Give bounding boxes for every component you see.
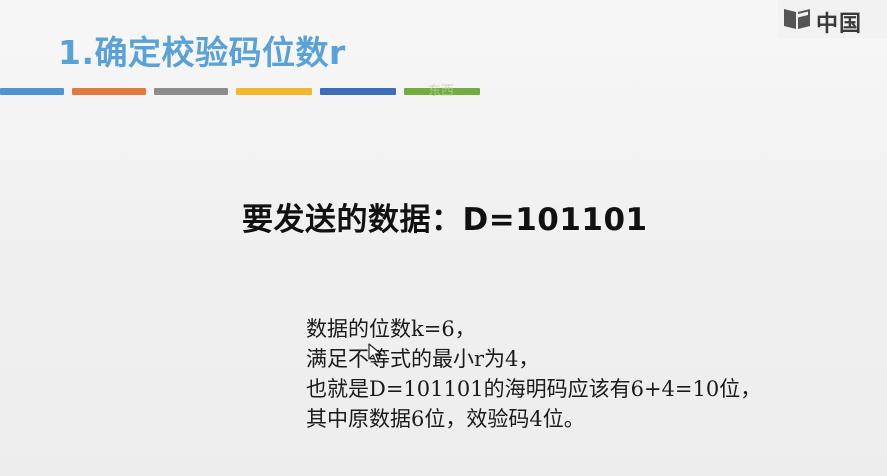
explanation-line-3: 也就是D=101101的海明码应该有6+4=10位，	[306, 377, 762, 401]
logo-text: 中国	[816, 12, 863, 37]
explanation-line-4: 其中原数据6位，效验码4位。	[306, 407, 585, 431]
slide-title: 1.确定校验码位数r	[58, 33, 346, 72]
color-bar-3	[154, 88, 228, 95]
book-logo-icon	[784, 9, 810, 29]
data-headline: 要发送的数据：D=101101	[242, 202, 648, 238]
color-bar-2	[72, 88, 146, 95]
mouse-cursor-icon	[368, 343, 382, 363]
color-bar-1	[0, 88, 64, 95]
title-color-bars	[0, 88, 480, 96]
explanation-line-1: 数据的位数k=6，	[306, 317, 476, 341]
logo: 中国	[778, 0, 887, 38]
color-bar-5	[320, 88, 396, 95]
explanation-lines: 数据的位数k=6， 满足不等式的最小r为4， 也就是D=101101的海明码应该…	[306, 314, 761, 434]
slide: 1.确定校验码位数r 东西 中国 要发送的数据：D=101101 数据的位数k=…	[0, 0, 887, 476]
color-bar-4	[236, 88, 312, 95]
watermark-text: 东西	[428, 84, 455, 99]
